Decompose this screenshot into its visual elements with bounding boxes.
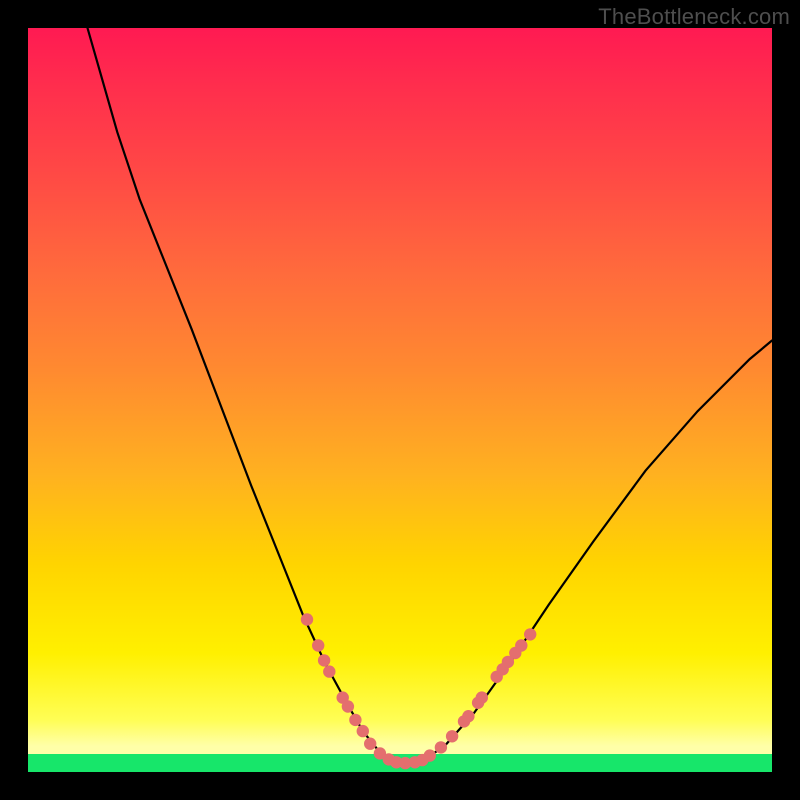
chart-frame: TheBottleneck.com [0,0,800,800]
curve-marker [357,725,369,737]
chart-svg [28,28,772,772]
curve-markers [301,613,537,769]
curve-marker [342,700,354,712]
curve-marker [323,665,335,677]
curve-marker [462,710,474,722]
curve-marker [301,613,313,625]
curve-marker [476,691,488,703]
curve-marker [364,738,376,750]
plot-area [28,28,772,772]
curve-marker [515,639,527,651]
bottleneck-curve [88,28,773,763]
curve-marker [524,628,536,640]
curve-marker [349,714,361,726]
curve-marker [424,749,436,761]
curve-marker [435,741,447,753]
watermark-text: TheBottleneck.com [598,4,790,30]
curve-marker [312,639,324,651]
curve-marker [446,730,458,742]
curve-marker [318,654,330,666]
